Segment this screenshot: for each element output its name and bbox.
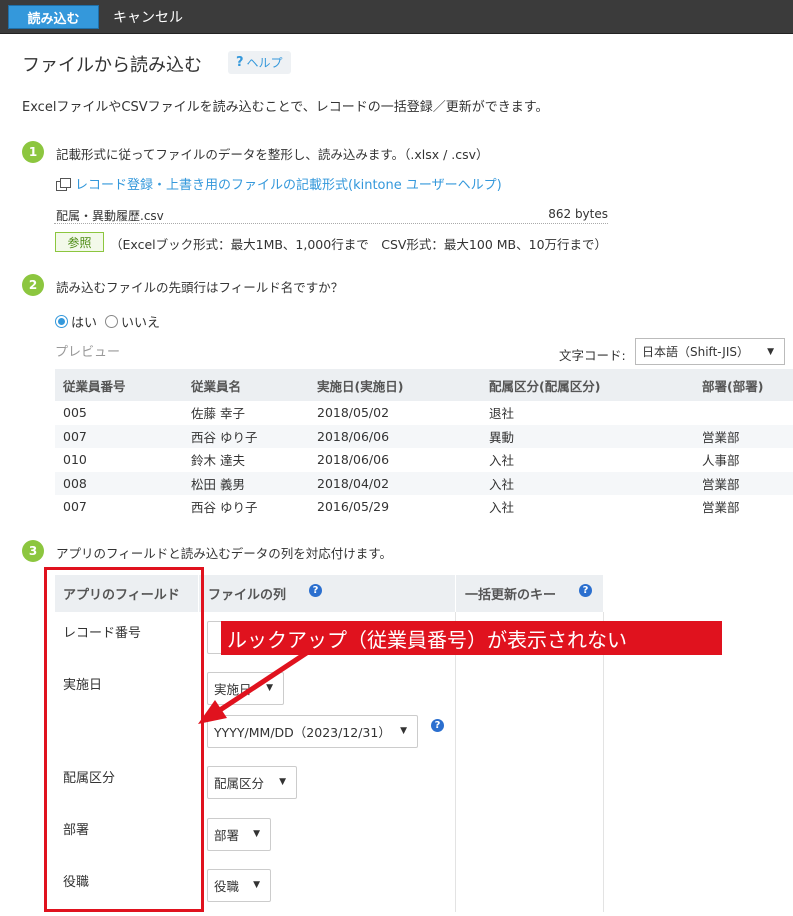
annotation-arrow [198,649,310,724]
annotation-callout: ルックアップ（従業員番号）が表示されない [221,621,722,655]
